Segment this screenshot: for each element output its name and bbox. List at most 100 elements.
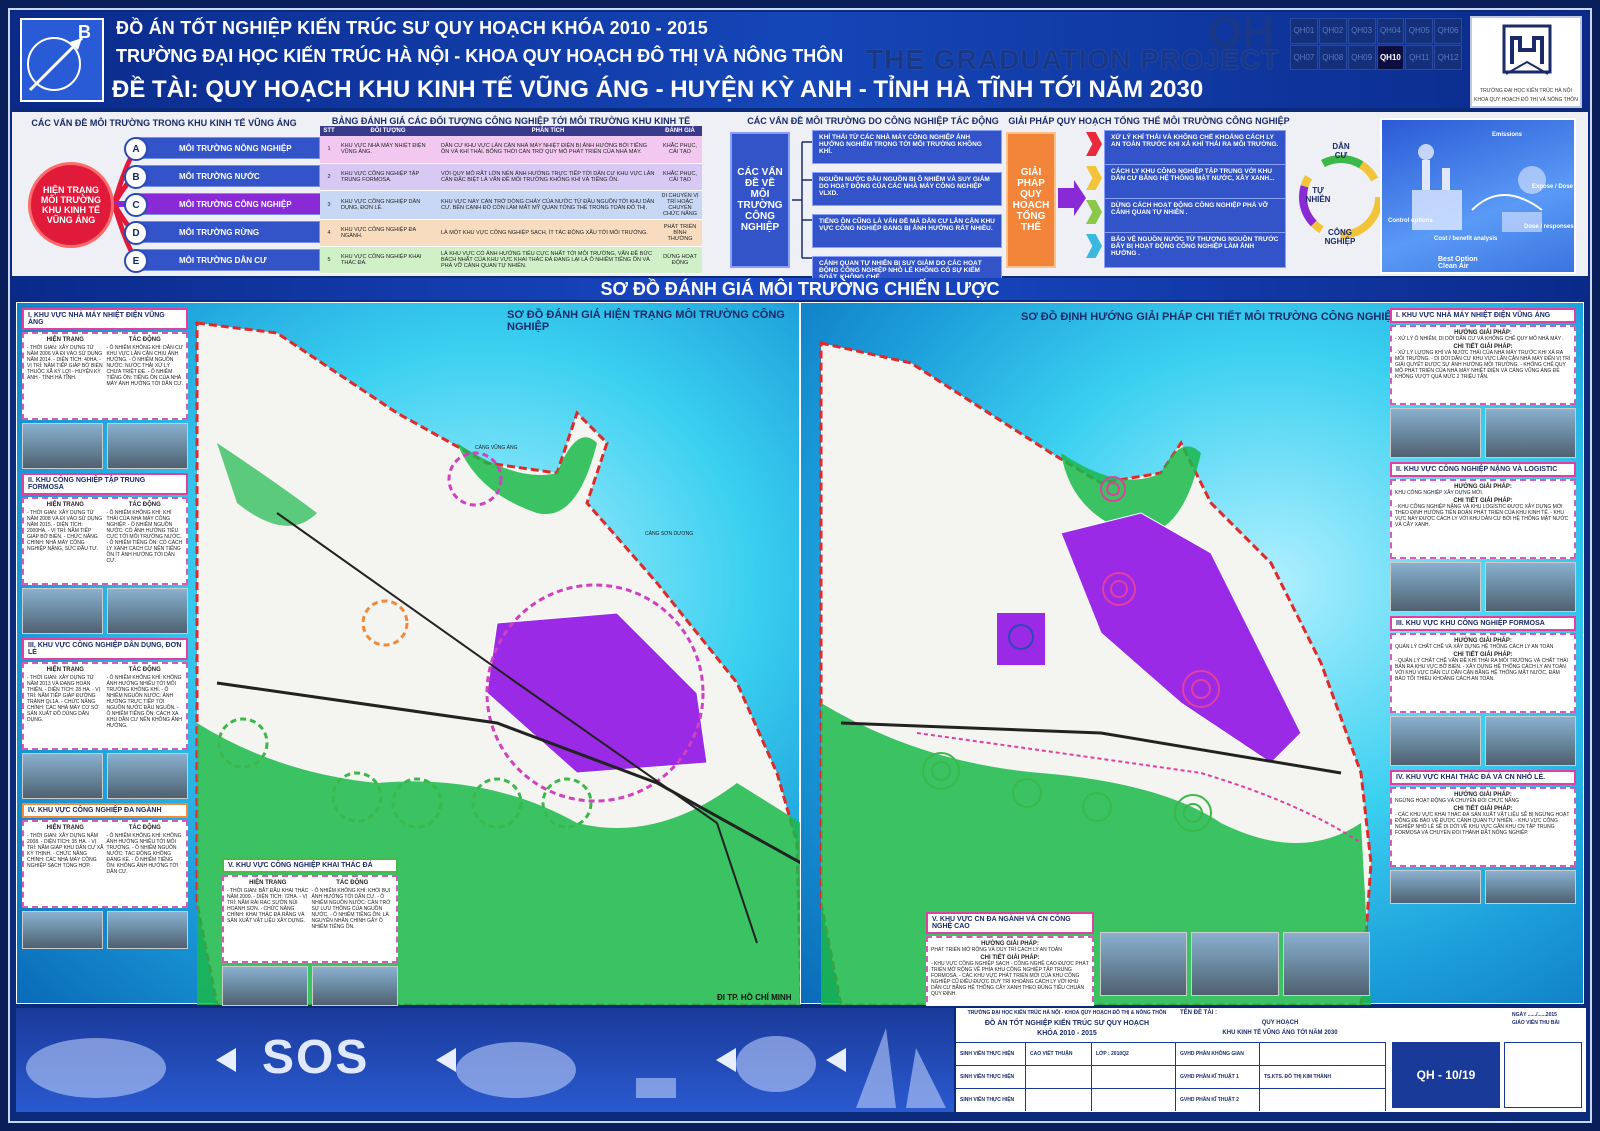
solutions-title: GIẢI PHÁP QUY HOẠCH TỔNG THỂ MÔI TRƯỜNG … xyxy=(1008,116,1290,126)
factory-illustration-icon xyxy=(1412,144,1546,232)
solution-arrow-icon xyxy=(1058,180,1086,216)
sheet-cell: QH01 xyxy=(1290,18,1318,44)
card-body: HIỆN TRẠNG - THỜI GIAN: XÂY DỰNG NĂM 2008… xyxy=(22,820,188,908)
project-title: ĐỀ TÀI: QUY HOẠCH KHU KINH TẾ VŨNG ÁNG -… xyxy=(112,76,1204,103)
site-photo xyxy=(1485,408,1576,458)
industrial-issues-list: KHÍ THẢI TỪ CÁC NHÀ MÁY CÔNG NGHIỆP ẢNH … xyxy=(812,130,1002,298)
solution-item: BẢO VỆ NGUỒN NƯỚC TỪ THƯỢNG NGUỒN TRƯỚC … xyxy=(1086,232,1286,268)
card-col-impact: TÁC ĐỘNG - Ô NHIỄM KHÔNG KHÍ: KHÔNG ẢNH H… xyxy=(107,825,184,903)
table-cell-analysis: LÀ KHU VỰC CÓ ẢNH HƯỞNG TIÊU CỰC NHẤT TỚ… xyxy=(438,246,658,275)
solution-text: BẢO VỆ NGUỒN NƯỚC TỪ THƯỢNG NGUỒN TRƯỚC … xyxy=(1104,232,1286,268)
label-port-vung-ang: CẢNG VŨNG ÁNG xyxy=(475,445,518,451)
header-line-1: ĐỒ ÁN TỐT NGHIỆP KIẾN TRÚC SƯ QUY HOẠCH … xyxy=(116,18,708,38)
tb-cell-d: GVHD PHẦN KĨ THUẬT 2 xyxy=(1176,1089,1260,1111)
card-col-impact: TÁC ĐỘNG - Ô NHIỄM KHÔNG KHÍ: KHÓI BỤI ẢN… xyxy=(312,880,394,958)
card-col-status-text: - THỜI GIAN: BẮT ĐẦU KHAI THÁC NĂM 2009.… xyxy=(227,888,309,924)
card-col-impact: TÁC ĐỘNG - Ô NHIỄM KHÔNG KHÍ: KHÔNG ẢNH H… xyxy=(107,667,184,745)
section-title: SƠ ĐỒ ĐÁNH GIÁ MÔI TRƯỜNG CHIẾN LƯỢC xyxy=(12,278,1588,300)
card-col-status-text: - THỜI GIAN: XÂY DỰNG TỪ NĂM 2008 VÀ ĐI … xyxy=(27,510,103,552)
table-header-eval: ĐÁNH GIÁ xyxy=(658,126,702,136)
issue-label: MÔI TRƯỜNG NƯỚC xyxy=(134,165,320,187)
table-cell-subject: KHU VỰC CÔNG NGHIỆP TẬP TRUNG FORMOSA. xyxy=(338,163,438,191)
site-photo xyxy=(1390,562,1481,612)
left-card: I. KHU VỰC NHÀ MÁY NHIỆT ĐIỆN VŨNG ÁNG HI… xyxy=(22,308,188,469)
solution-chevron-icon xyxy=(1086,132,1102,156)
card-col-status: HIỆN TRẠNG - THỜI GIAN: XÂY DỰNG TỪ NĂM 2… xyxy=(27,337,104,415)
table-cell-stt: 3 xyxy=(320,190,338,220)
site-photo xyxy=(107,753,188,799)
card-col-status-head: HIỆN TRẠNG xyxy=(249,880,287,886)
card-col-impact-text: - Ô NHIỄM KHÔNG KHÍ: KHÔNG ẢNH HƯỞNG NHI… xyxy=(106,833,182,875)
card-title: V. KHU VỰC CN ĐA NGÀNH VÀ CN CÔNG NGHỆ C… xyxy=(926,912,1094,934)
cycle-label-residents: DÂN CƯ xyxy=(1332,142,1350,160)
card-col-impact: TÁC ĐỘNG - Ô NHIỄM KHÔNG KHÍ: KHÍ THẢI CỦ… xyxy=(107,502,184,580)
card-body: HIỆN TRẠNG - THỜI GIAN: BẮT ĐẦU KHAI THÁC… xyxy=(222,875,398,963)
card-title: II. KHU VỰC CÔNG NGHIỆP NẶNG VÀ LOGISTIC xyxy=(1390,462,1576,477)
table-cell-stt: 5 xyxy=(320,246,338,275)
tb-topic-label: TÊN ĐỀ TÀI : xyxy=(1180,1010,1217,1016)
tb-topic-1: QUY HOẠCH xyxy=(1261,1020,1299,1026)
card-photos xyxy=(1390,716,1576,766)
solution-chevron-icon xyxy=(1086,166,1102,190)
card-col-status: HIỆN TRẠNG - THỜI GIAN: XÂY DỰNG TỪ NĂM 2… xyxy=(27,667,104,745)
table-cell-stt: 2 xyxy=(320,163,338,191)
card-col-status-head: HIỆN TRẠNG xyxy=(46,667,84,673)
table-header-subject: ĐỐI TƯỢNG xyxy=(338,126,438,136)
issues-panel-title: CÁC VẤN ĐỀ MÔI TRƯỜNG TRONG KHU KINH TẾ … xyxy=(31,118,297,128)
illus-label-control: Control options xyxy=(1388,218,1433,224)
site-photo xyxy=(1485,716,1576,766)
card-title: I. KHU VỰC NHÀ MÁY NHIỆT ĐIỆN VŨNG ÁNG xyxy=(22,308,188,330)
header-line-2: TRƯỜNG ĐẠI HỌC KIẾN TRÚC HÀ NỘI - KHOA Q… xyxy=(116,46,844,66)
table-header-analysis: PHÂN TÍCH xyxy=(438,126,658,136)
site-photo xyxy=(107,588,188,634)
card-photos xyxy=(222,966,398,1006)
solutions-center: GIẢI PHÁP QUY HOẠCH TỔNG THỂ xyxy=(1006,132,1056,268)
site-photo xyxy=(1390,408,1481,458)
industrial-issue-item: TIẾNG ỒN CŨNG LÀ VẤN ĐỀ MÀ DÂN CƯ LÂN CẬ… xyxy=(812,214,1002,248)
right-card: I. KHU VỰC NHÀ MÁY NHIỆT ĐIỆN VŨNG ÁNG HƯ… xyxy=(1390,308,1576,458)
tb-rows: SINH VIÊN THỰC HIỆN CAO VIẾT THUẬN LỚP : 2… xyxy=(956,1042,1386,1111)
left-card: IV. KHU VỰC CÔNG NGHIỆP ĐA NGÀNH HIỆN TRẠ… xyxy=(22,803,188,949)
tb-cell-a: SINH VIÊN THỰC HIỆN xyxy=(956,1089,1026,1111)
tb-cell-a: SINH VIÊN THỰC HIỆN xyxy=(956,1066,1026,1088)
tb-cell-b xyxy=(1026,1066,1092,1088)
card-title: III. KHU VỰC CÔNG NGHIỆP DÂN DỤNG, ĐƠN L… xyxy=(22,638,188,660)
sheet-cell: QH06 xyxy=(1434,18,1462,44)
clean-air-illustration: Emissions Control options Expose / Dose … xyxy=(1380,118,1576,274)
table-cell-stt: 1 xyxy=(320,136,338,164)
map-left-title: SƠ ĐỒ ĐÁNH GIÁ HIỆN TRẠNG MÔI TRƯỜNG CÔN… xyxy=(507,309,785,333)
right-card: IV. KHU VỰC KHAI THÁC ĐÁ VÀ CN NHỎ LẺ. HƯ… xyxy=(1390,770,1576,904)
card-photos xyxy=(1390,562,1576,612)
issue-letter-badge: E xyxy=(124,249,148,273)
issue-label: MÔI TRƯỜNG RỪNG xyxy=(134,221,320,243)
card-col-status-text: - THỜI GIAN: XÂY DỰNG TỪ NĂM 2006 VÀ ĐI … xyxy=(27,345,103,381)
industrial-issues-title: CÁC VẤN ĐỀ MÔI TRƯỜNG DO CÔNG NGHIỆP TÁC… xyxy=(747,116,999,126)
issue-item: MÔI TRƯỜNG RỪNG D xyxy=(124,218,320,245)
illus-label-best-option: Best Option Clean Air xyxy=(1438,256,1478,270)
label-port-son-duong: CẢNG SƠN DƯƠNG xyxy=(645,531,694,537)
table-row: 5 KHU VỰC CÔNG NGHIỆP KHAI THÁC ĐÁ. LÀ KHU… xyxy=(320,246,702,275)
issue-letter-badge: B xyxy=(124,165,148,189)
card-text-detail: - KHU VỰC CÔNG NGHIỆP SẠCH - CÔNG NGHỆ C… xyxy=(931,961,1089,997)
card-col-status-head: HIỆN TRẠNG xyxy=(46,825,84,831)
illus-label-expose: Expose / Dose xyxy=(1532,184,1574,190)
card-text-direction: QUẢN LÝ CHẤT CHẼ VÀ XÂY DỰNG HỆ THỐNG CÁ… xyxy=(1395,644,1554,650)
tb-signature-box xyxy=(1504,1042,1582,1108)
issue-item: MÔI TRƯỜNG NƯỚC B xyxy=(124,162,320,189)
watermark-graduation: THE GRADUATION PROJECT xyxy=(866,44,1280,75)
card-col-impact: TÁC ĐỘNG - Ô NHIỄM KHÔNG KHÍ: DÂN CƯ KHU … xyxy=(107,337,184,415)
card-photos xyxy=(1390,408,1576,458)
card-body: HƯỚNG GIẢI PHÁP: NGỪNG HOẠT ĐỘNG VÀ CHUYỂ… xyxy=(1390,787,1576,867)
card-col-impact-head: TÁC ĐỘNG xyxy=(128,667,161,673)
issues-list: MÔI TRƯỜNG NÔNG NGHIỆP A MÔI TRƯỜNG NƯỚC B M… xyxy=(124,134,340,274)
card-photos xyxy=(22,911,188,949)
card-photos xyxy=(1390,870,1576,904)
card-text-direction: KHU CÔNG NGHIỆP XÂY DỰNG MỚI. xyxy=(1395,490,1484,496)
card-text-direction: NGỪNG HOẠT ĐỘNG VÀ CHUYỂN ĐỔI CHỨC NĂNG xyxy=(1395,798,1520,804)
site-photo xyxy=(22,588,103,634)
sheet-cell: QH08 xyxy=(1318,44,1347,70)
tb-cell-e: TS.KTS. ĐỖ THỊ KIM THÀNH xyxy=(1260,1066,1386,1088)
card-text-detail: - KHU CÔNG NGHIỆP NẶNG VÀ KHU LOGISTIC Đ… xyxy=(1395,504,1569,528)
card-text-direction: - XỬ LÝ Ô NHIỄM, DI DỜI DÂN CƯ VÀ KHỐNG … xyxy=(1395,336,1564,342)
footer-illustration: SOS xyxy=(16,1008,954,1112)
